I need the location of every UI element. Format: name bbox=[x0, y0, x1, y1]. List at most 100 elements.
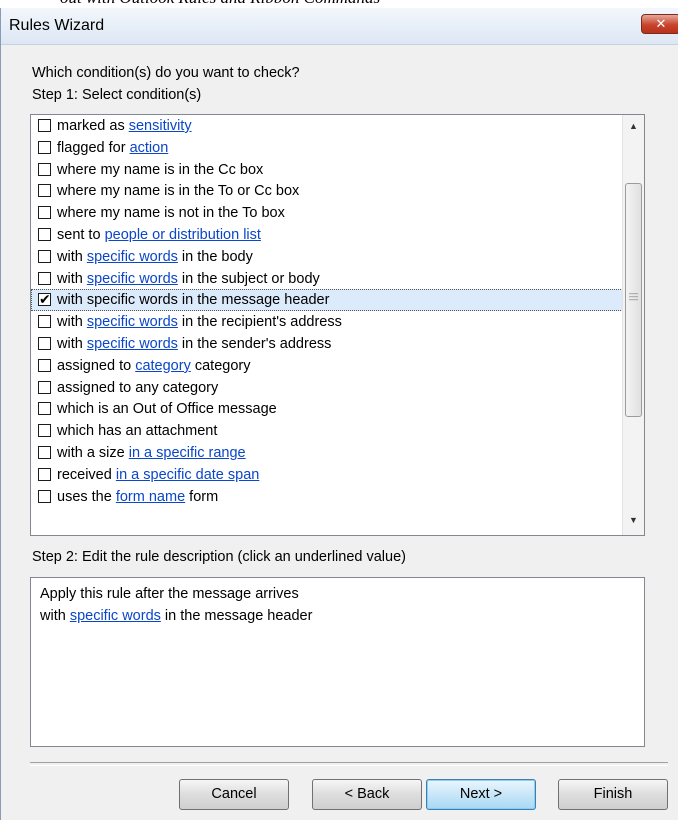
condition-text-prefix: with bbox=[57, 335, 87, 352]
condition-item[interactable]: where my name is not in the To box bbox=[31, 202, 623, 224]
condition-value-link[interactable]: specific words bbox=[87, 249, 178, 265]
condition-value-link[interactable]: specific words bbox=[87, 314, 178, 330]
conditions-scrollbar[interactable]: ▲ — — — ▼ bbox=[622, 115, 644, 535]
condition-label: assigned to category category bbox=[57, 358, 250, 374]
condition-text-prefix: with a size bbox=[57, 444, 129, 461]
condition-checkbox[interactable] bbox=[38, 402, 51, 416]
scroll-down-arrow-icon[interactable]: ▼ bbox=[623, 515, 644, 525]
background-window-text: out with Outlook Rules and Ribbon Comman… bbox=[60, 0, 380, 8]
description-line-2: with specific words in the message heade… bbox=[40, 608, 312, 624]
scroll-grip-icon: — — — bbox=[629, 288, 638, 304]
condition-checkbox[interactable]: ✔ bbox=[38, 291, 51, 308]
condition-text-prefix: which has an attachment bbox=[57, 423, 218, 440]
condition-checkbox[interactable] bbox=[38, 227, 51, 241]
condition-text-prefix: which is an Out of Office message bbox=[57, 401, 277, 418]
rules-wizard-dialog: Rules Wizard ✕ Which condition(s) do you… bbox=[0, 8, 678, 820]
scroll-up-arrow-icon[interactable]: ▲ bbox=[623, 121, 644, 131]
condition-label: with specific words in the sender's addr… bbox=[57, 336, 331, 352]
finish-button[interactable]: Finish bbox=[558, 779, 668, 810]
condition-value-link[interactable]: category bbox=[135, 358, 191, 374]
condition-value-link[interactable]: specific words bbox=[87, 336, 178, 352]
condition-text-suffix: in the recipient's address bbox=[177, 314, 342, 331]
condition-checkbox[interactable] bbox=[38, 206, 51, 220]
condition-checkbox[interactable] bbox=[38, 424, 51, 438]
condition-checkbox[interactable] bbox=[38, 315, 51, 329]
close-button[interactable]: ✕ bbox=[641, 14, 678, 34]
condition-item[interactable]: assigned to any category bbox=[31, 377, 623, 399]
condition-value-link[interactable]: form name bbox=[116, 489, 185, 505]
condition-text-prefix: with bbox=[57, 270, 87, 287]
condition-item[interactable]: sent to people or distribution list bbox=[31, 224, 623, 246]
condition-value-link[interactable]: in a specific date span bbox=[116, 467, 259, 483]
condition-text-prefix: assigned to any category bbox=[57, 379, 219, 396]
condition-checkbox[interactable] bbox=[38, 336, 51, 350]
condition-label: where my name is in the To or Cc box bbox=[57, 183, 299, 199]
condition-label: where my name is not in the To box bbox=[57, 205, 285, 221]
condition-item[interactable]: with specific words in the body bbox=[31, 246, 623, 268]
condition-item[interactable]: assigned to category category bbox=[31, 355, 623, 377]
condition-value-link[interactable]: in a specific range bbox=[129, 445, 246, 461]
condition-label: sent to people or distribution list bbox=[57, 227, 261, 243]
condition-checkbox[interactable] bbox=[38, 380, 51, 394]
condition-text-prefix: where my name is in the Cc box bbox=[57, 161, 264, 178]
title-bar: Rules Wizard ✕ bbox=[1, 8, 678, 45]
checkmark-icon: ✔ bbox=[39, 291, 51, 308]
scrollbar-thumb[interactable]: — — — bbox=[625, 183, 642, 417]
condition-text-prefix: assigned to bbox=[57, 357, 136, 374]
condition-checkbox[interactable] bbox=[38, 184, 51, 198]
condition-prompt: Which condition(s) do you want to check? bbox=[32, 65, 300, 81]
back-button[interactable]: < Back bbox=[312, 779, 422, 810]
condition-item[interactable]: flagged for action bbox=[31, 137, 623, 159]
condition-label: with specific words in the message heade… bbox=[57, 292, 329, 308]
condition-checkbox[interactable] bbox=[38, 119, 51, 132]
condition-item[interactable]: with specific words in the subject or bo… bbox=[31, 268, 623, 290]
condition-text-suffix: form bbox=[185, 488, 219, 505]
condition-item[interactable]: where my name is in the Cc box bbox=[31, 159, 623, 181]
condition-item[interactable]: uses the form name form bbox=[31, 486, 623, 508]
description-line-2-prefix: with bbox=[40, 608, 70, 624]
condition-label: with specific words in the body bbox=[57, 249, 253, 265]
condition-item[interactable]: with specific words in the sender's addr… bbox=[31, 333, 623, 355]
condition-text-suffix: in the subject or body bbox=[177, 270, 320, 287]
condition-text-suffix: in the sender's address bbox=[177, 335, 332, 352]
condition-checkbox[interactable] bbox=[38, 140, 51, 154]
condition-checkbox[interactable] bbox=[38, 249, 51, 263]
condition-item[interactable]: which has an attachment bbox=[31, 420, 623, 442]
condition-value-link[interactable]: sensitivity bbox=[129, 118, 192, 134]
condition-checkbox[interactable] bbox=[38, 489, 51, 503]
condition-label: uses the form name form bbox=[57, 489, 218, 505]
condition-checkbox[interactable] bbox=[38, 358, 51, 372]
condition-checkbox[interactable] bbox=[38, 162, 51, 176]
condition-label: received in a specific date span bbox=[57, 467, 259, 483]
condition-item[interactable]: marked as sensitivity bbox=[31, 115, 623, 137]
window-title: Rules Wizard bbox=[9, 17, 105, 34]
condition-item[interactable]: which is an Out of Office message bbox=[31, 398, 623, 420]
condition-text-suffix: category bbox=[190, 357, 251, 374]
condition-value-link[interactable]: action bbox=[130, 140, 169, 156]
condition-label: with specific words in the subject or bo… bbox=[57, 271, 320, 287]
condition-text-prefix: uses the bbox=[57, 488, 116, 505]
condition-label: with a size in a specific range bbox=[57, 445, 246, 461]
condition-value-link[interactable]: people or distribution list bbox=[105, 227, 261, 243]
condition-checkbox[interactable] bbox=[38, 467, 51, 481]
condition-checkbox[interactable] bbox=[38, 271, 51, 285]
next-button[interactable]: Next > bbox=[426, 779, 536, 810]
condition-text-prefix: where my name is not in the To box bbox=[57, 205, 285, 222]
condition-value-link[interactable]: specific words bbox=[87, 271, 178, 287]
condition-item[interactable]: with specific words in the recipient's a… bbox=[31, 311, 623, 333]
condition-checkbox[interactable] bbox=[38, 445, 51, 459]
condition-text-prefix: with bbox=[57, 314, 87, 331]
condition-item[interactable]: with a size in a specific range bbox=[31, 442, 623, 464]
condition-item[interactable]: received in a specific date span bbox=[31, 464, 623, 486]
description-line-2-suffix: in the message header bbox=[160, 608, 313, 624]
step1-label: Step 1: Select condition(s) bbox=[32, 87, 202, 103]
description-specific-words-link[interactable]: specific words bbox=[70, 608, 161, 624]
condition-item[interactable]: where my name is in the To or Cc box bbox=[31, 180, 623, 202]
cancel-button[interactable]: Cancel bbox=[179, 779, 289, 810]
condition-label: assigned to any category bbox=[57, 380, 218, 396]
condition-item[interactable]: ✔ with specific words in the message head… bbox=[31, 289, 623, 312]
close-icon: ✕ bbox=[655, 16, 667, 31]
condition-text-prefix: received bbox=[57, 466, 116, 483]
conditions-list[interactable]: marked as sensitivity flagged for action w… bbox=[30, 114, 645, 536]
conditions-rows: marked as sensitivity flagged for action w… bbox=[31, 115, 623, 507]
